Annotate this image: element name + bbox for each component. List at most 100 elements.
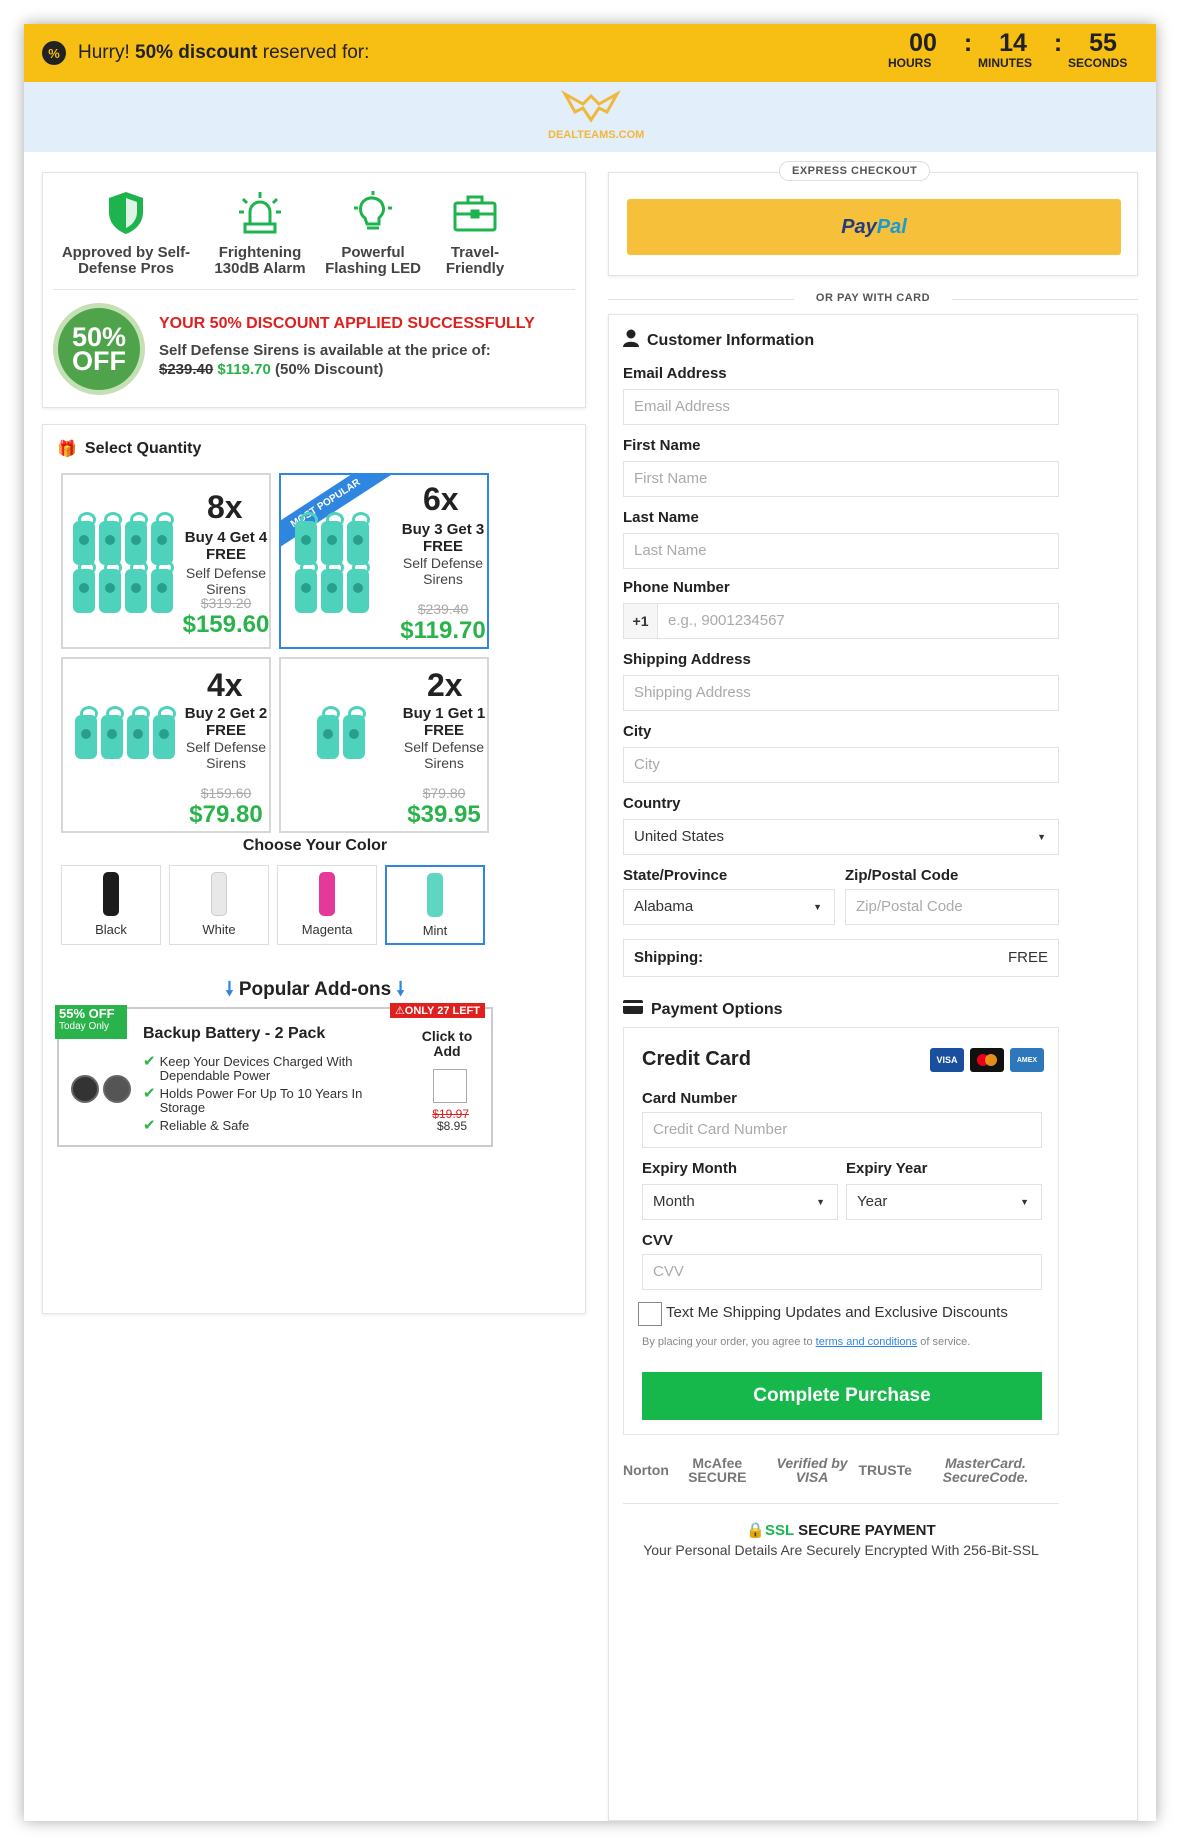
quantity-card: 🎁 Select Quantity 8x Buy 4 Get 4 FREE Sel…: [42, 424, 586, 1314]
brand-banner: DEALTEAMS.COM: [24, 82, 1156, 152]
amex-icon: AMEX: [1010, 1048, 1044, 1072]
siren-swatch: [103, 872, 119, 916]
expiry-year-select[interactable]: Year ▼: [846, 1184, 1042, 1220]
state-select[interactable]: Alabama ▼: [623, 889, 835, 925]
stock-warning-badge: ⚠ONLY 27 LEFT: [389, 1003, 485, 1018]
color-option-magenta[interactable]: Magenta: [277, 865, 377, 945]
quantity-option-6x[interactable]: MOST POPULAR 6x Buy 3 Get 3 FREE Self De…: [279, 473, 489, 649]
gift-icon: 🎁: [57, 441, 77, 458]
caret-down-icon: ▼: [813, 902, 822, 912]
choose-color-title: Choose Your Color: [242, 837, 388, 854]
sms-updates-checkbox[interactable]: [638, 1302, 662, 1326]
mastercard-securecode-badge: MasterCard. SecureCode.: [942, 1455, 1029, 1485]
urgency-message: Hurry! 50% discount reserved for:: [78, 42, 370, 63]
verified-by-visa-badge: Verified by VISA: [776, 1455, 848, 1485]
discount-text: Self Defense Sirens is available at the …: [159, 342, 491, 378]
card-number-input[interactable]: Credit Card Number: [642, 1112, 1042, 1148]
timer-minutes: 14: [999, 29, 1027, 57]
credit-card-box: Credit Card VISA AMEX Card Number Credit…: [623, 1027, 1059, 1435]
click-to-add-label: Click to Add: [421, 1028, 473, 1059]
feature-travel: Travel-Friendly: [435, 183, 515, 277]
siren-alarm-icon: [239, 192, 281, 234]
complete-purchase-button[interactable]: Complete Purchase: [642, 1372, 1042, 1420]
color-option-mint[interactable]: Mint: [385, 865, 485, 945]
siren-swatch: [319, 872, 335, 916]
timer-hours: 00: [909, 29, 937, 57]
addon-name: Backup Battery - 2 Pack: [143, 1025, 326, 1042]
percent-badge-icon: %: [42, 41, 66, 65]
popular-addons-title: 🠗 Popular Add-ons 🠗: [225, 979, 405, 1000]
shipping-row: Shipping: FREE: [623, 939, 1059, 977]
terms-link[interactable]: terms and conditions: [816, 1336, 918, 1348]
first-name-input[interactable]: First Name: [623, 461, 1059, 497]
addon-checkbox[interactable]: [433, 1069, 467, 1103]
addon-discount-tag: 55% OFF Today Only: [55, 1005, 127, 1039]
trust-badges: Norton McAfee SECURE Verified by VISA TR…: [623, 1449, 1059, 1491]
expiry-month-select[interactable]: Month ▼: [642, 1184, 838, 1220]
feature-approved: Approved by Self-Defense Pros: [61, 183, 191, 277]
visa-icon: VISA: [930, 1048, 964, 1072]
or-pay-with-card-divider: OR PAY WITH CARD: [608, 292, 1138, 306]
express-checkout-label: EXPRESS CHECKOUT: [779, 161, 931, 181]
checkout-form: Customer Information Email Address Email…: [608, 314, 1138, 1821]
quantity-option-4x[interactable]: 4x Buy 2 Get 2 FREE Self Defense Sirens …: [61, 657, 271, 833]
check-icon: ✔: [143, 1117, 156, 1134]
mcafee-badge: McAfee SECURE: [688, 1455, 747, 1485]
arrow-down-icon: 🠗: [225, 979, 234, 1000]
zip-input[interactable]: Zip/Postal Code: [845, 889, 1059, 925]
check-icon: ✔: [143, 1053, 156, 1070]
express-checkout-card: EXPRESS CHECKOUT Pay Pal: [608, 161, 1138, 276]
city-input[interactable]: City: [623, 747, 1059, 783]
eagle-logo-icon: [561, 90, 621, 123]
feature-alarm: Frightening 130dB Alarm: [205, 183, 315, 277]
cvv-input[interactable]: CVV: [642, 1254, 1042, 1290]
color-option-white[interactable]: White: [169, 865, 269, 945]
check-icon: ✔: [143, 1085, 156, 1102]
norton-badge: Norton: [623, 1462, 669, 1478]
siren-swatch: [211, 872, 227, 916]
credit-card-icon: [623, 999, 643, 1020]
timer-seconds: 55: [1089, 29, 1117, 57]
feature-led: Powerful Flashing LED: [317, 183, 429, 277]
quantity-option-2x[interactable]: 2x Buy 1 Get 1 FREE Self Defense Sirens …: [279, 657, 489, 833]
paypal-button[interactable]: Pay Pal: [627, 199, 1121, 255]
customer-info-title: Customer Information: [623, 329, 814, 352]
card-logos: VISA AMEX: [924, 1048, 1044, 1072]
battery-image: [71, 1075, 99, 1103]
mastercard-icon: [970, 1048, 1004, 1072]
discount-badge: 50% OFF: [53, 303, 145, 395]
battery-image: [103, 1075, 131, 1103]
siren-swatch: [427, 873, 443, 917]
addon-card[interactable]: 55% OFF Today Only ⚠ONLY 27 LEFT Backup B…: [55, 1003, 493, 1147]
quantity-option-8x[interactable]: 8x Buy 4 Get 4 FREE Self Defense Sirens …: [61, 473, 271, 649]
caret-down-icon: ▼: [1037, 832, 1046, 842]
user-icon: [623, 329, 639, 352]
ssl-secure-title: 🔒SSL SECURE PAYMENT: [746, 1522, 936, 1539]
checkout-page: % Hurry! 50% discount reserved for: 00 HO…: [24, 24, 1156, 1821]
terms-text: By placing your order, you agree to term…: [642, 1336, 971, 1348]
countdown-timer: 00 HOURS : 14 MINUTES : 55 SECONDS: [888, 29, 1138, 70]
select-quantity-title: 🎁 Select Quantity: [57, 440, 202, 458]
phone-input[interactable]: +1 e.g., 9001234567: [623, 603, 1059, 639]
payment-options-title: Payment Options: [623, 999, 783, 1020]
arrow-down-icon: 🠗: [396, 979, 405, 1000]
country-select[interactable]: United States ▼: [623, 819, 1059, 855]
truste-badge: TRUSTe: [858, 1462, 912, 1478]
features-card: Approved by Self-Defense Pros Frightenin…: [42, 172, 586, 408]
email-input[interactable]: Email Address: [623, 389, 1059, 425]
color-option-black[interactable]: Black: [61, 865, 161, 945]
addon-price: $8.95: [436, 1119, 467, 1133]
urgency-bar: % Hurry! 50% discount reserved for: 00 HO…: [24, 24, 1156, 82]
caret-down-icon: ▼: [1020, 1197, 1029, 1207]
shipping-address-input[interactable]: Shipping Address: [623, 675, 1059, 711]
country-code[interactable]: +1: [624, 604, 658, 638]
light-bulb-icon: [354, 191, 392, 230]
discount-title: YOUR 50% DISCOUNT APPLIED SUCCESSFULLY: [159, 315, 535, 332]
last-name-input[interactable]: Last Name: [623, 533, 1059, 569]
lock-icon: 🔒: [746, 1522, 766, 1539]
shield-icon: [109, 192, 143, 234]
addon-bullets: ✔ Keep Your Devices Charged With Dependab…: [143, 1053, 363, 1134]
logo[interactable]: DEALTEAMS.COM: [548, 90, 644, 146]
briefcase-icon: [453, 195, 497, 232]
sms-updates-label: Text Me Shipping Updates and Exclusive D…: [666, 1304, 1008, 1321]
